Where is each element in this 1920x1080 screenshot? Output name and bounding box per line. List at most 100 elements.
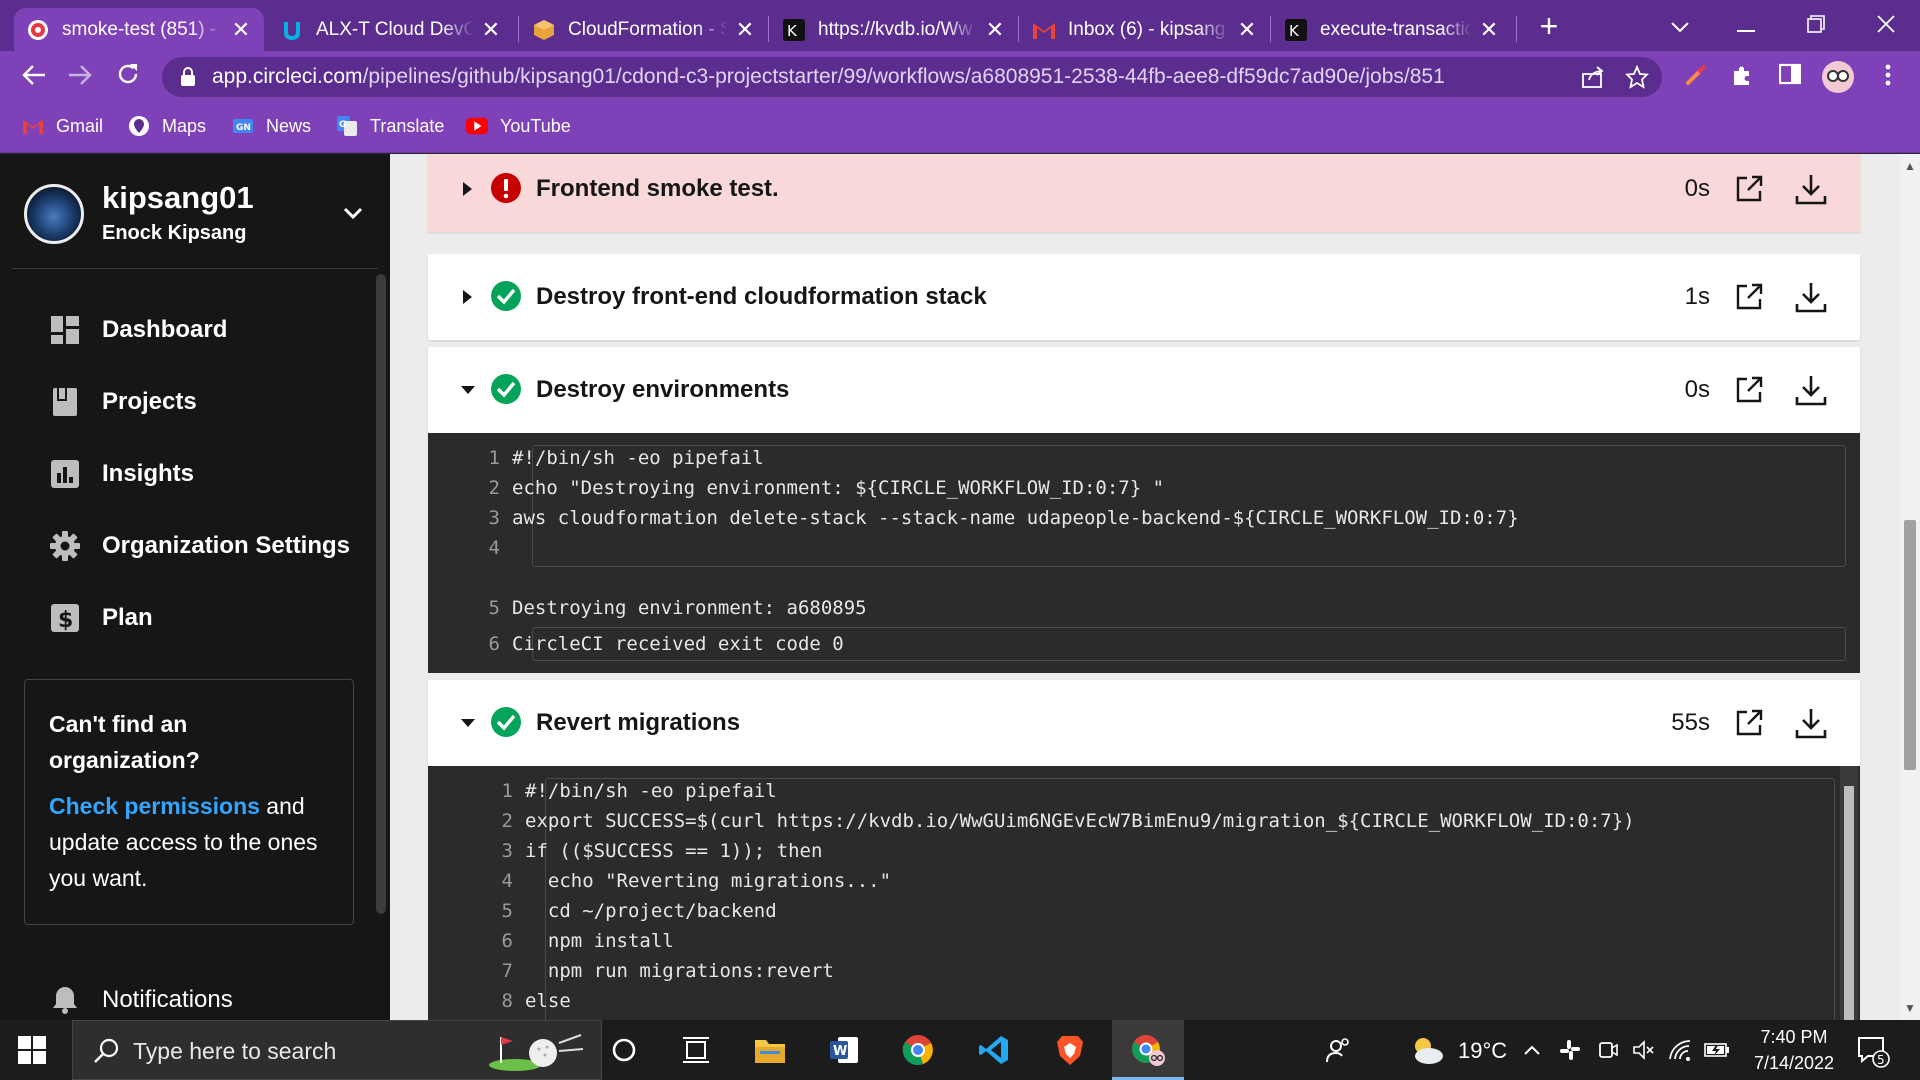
download-icon[interactable] <box>1794 172 1828 206</box>
forward-arrow-icon[interactable] <box>64 61 96 93</box>
chrome-profile-icon[interactable] <box>1128 1030 1168 1070</box>
sidebar-item-dashboard[interactable]: Dashboard <box>0 300 370 360</box>
download-icon[interactable] <box>1794 373 1828 407</box>
bookmark-maps[interactable]: Maps <box>128 103 206 149</box>
tab-execute-transaction[interactable]: K execute-transaction ✕ <box>1272 8 1512 51</box>
taskbar-clock[interactable]: 7:40 PM 7/14/2022 <box>1738 1024 1850 1076</box>
tab-cloudformation[interactable]: CloudFormation - S ✕ <box>520 8 768 51</box>
tab-search-chevron-icon[interactable] <box>1650 8 1710 44</box>
search-icon <box>93 1037 121 1065</box>
reload-icon[interactable] <box>112 61 144 93</box>
word-icon[interactable]: W <box>824 1030 864 1070</box>
chevron-down-icon[interactable] <box>338 198 368 228</box>
tab-smoke-test[interactable]: smoke-test (851) - ✕ <box>14 8 264 51</box>
step-destroy-environments[interactable]: Destroy environments 0s <box>428 347 1860 433</box>
meet-now-icon[interactable] <box>1594 1030 1622 1070</box>
sidebar-item-projects[interactable]: Projects <box>0 372 370 432</box>
share-icon[interactable] <box>1580 65 1606 91</box>
step-destroy-frontend-stack[interactable]: Destroy front-end cloudformation stack 1… <box>428 254 1860 340</box>
step-output-console: 1 #!/bin/sh -eo pipefail 2 echo "Destroyin… <box>428 433 1860 673</box>
weather-cloud-sun-icon[interactable] <box>1406 1030 1446 1070</box>
taskbar-search-input[interactable]: Type here to search <box>72 1020 602 1080</box>
action-center-icon[interactable]: 5 <box>1856 1034 1890 1068</box>
chevron-up-icon[interactable] <box>1518 1030 1546 1070</box>
close-tab-icon[interactable]: ✕ <box>984 18 1006 41</box>
user-avatar[interactable] <box>24 184 84 244</box>
page-scrollbar[interactable]: ▲ ▼ <box>1900 154 1920 1020</box>
scroll-down-arrow-icon[interactable]: ▼ <box>1900 998 1920 1018</box>
open-external-icon[interactable] <box>1734 375 1764 405</box>
battery-charging-icon[interactable] <box>1702 1030 1732 1070</box>
console-scrollbar-thumb[interactable] <box>1844 786 1854 1020</box>
close-tab-icon[interactable]: ✕ <box>230 18 252 41</box>
caret-down-icon[interactable] <box>460 714 475 732</box>
scroll-up-arrow-icon[interactable]: ▲ <box>1900 156 1920 176</box>
bookmark-news[interactable]: GN News <box>232 103 311 149</box>
bookmarks-bar: Gmail Maps GN News G Translate YouTube <box>0 103 1920 153</box>
weather-temperature[interactable]: 19°C <box>1458 1038 1507 1064</box>
file-explorer-icon[interactable] <box>750 1030 790 1070</box>
line-text: echo "Reverting migrations..." <box>525 870 892 892</box>
task-view-icon[interactable] <box>676 1030 716 1070</box>
sidebar-item-organization-settings[interactable]: Organization Settings <box>0 516 370 576</box>
check-permissions-link[interactable]: Check permissions <box>49 793 260 819</box>
profile-avatar[interactable] <box>1822 61 1854 93</box>
user-fullname: Enock Kipsang <box>102 222 247 244</box>
lock-icon[interactable] <box>180 67 196 87</box>
new-tab-button[interactable]: + <box>1532 10 1566 44</box>
tab-kvdb[interactable]: K https://kvdb.io/Ww ✕ <box>770 8 1018 51</box>
sidebar-item-notifications[interactable]: Notifications <box>0 976 370 1020</box>
sidebar-item-plan[interactable]: $ Plan <box>0 588 370 648</box>
step-frontend-smoke-test[interactable]: Frontend smoke test. 0s <box>428 154 1860 232</box>
open-external-icon[interactable] <box>1734 282 1764 312</box>
slack-icon[interactable] <box>1556 1030 1584 1070</box>
back-arrow-icon[interactable] <box>18 61 50 93</box>
browser-menu-icon[interactable] <box>1874 63 1902 91</box>
close-tab-icon[interactable]: ✕ <box>734 18 756 41</box>
bookmark-gmail[interactable]: Gmail <box>22 103 103 149</box>
chrome-icon[interactable] <box>898 1030 938 1070</box>
tab-alx-cloud-devops[interactable]: ALX-T Cloud DevOp ✕ <box>268 8 514 51</box>
vscode-icon[interactable] <box>974 1030 1014 1070</box>
sidebar-item-insights[interactable]: Insights <box>0 444 370 504</box>
console-scrollbar[interactable] <box>1840 766 1858 1020</box>
org-help-question: Can't find an organization? <box>49 711 200 773</box>
bookmark-label: YouTube <box>500 115 571 136</box>
close-tab-icon[interactable]: ✕ <box>1478 18 1500 41</box>
sidebar-scrollbar[interactable] <box>376 274 386 914</box>
bookmark-youtube[interactable]: YouTube <box>466 103 571 149</box>
pen-extension-icon[interactable] <box>1682 63 1710 91</box>
svg-text:K: K <box>1289 22 1300 40</box>
page-scrollbar-thumb[interactable] <box>1904 520 1916 770</box>
windows-start-icon[interactable] <box>18 1036 46 1064</box>
download-icon[interactable] <box>1794 706 1828 740</box>
line-number: 6 <box>501 930 513 952</box>
cortana-icon[interactable] <box>604 1030 644 1070</box>
volume-muted-icon[interactable] <box>1630 1030 1658 1070</box>
brave-icon[interactable] <box>1050 1030 1090 1070</box>
open-external-icon[interactable] <box>1734 174 1764 204</box>
tab-separator <box>768 16 769 42</box>
close-tab-icon[interactable]: ✕ <box>480 18 502 41</box>
bookmark-star-icon[interactable] <box>1624 64 1650 91</box>
caret-right-icon[interactable] <box>460 288 474 306</box>
download-icon[interactable] <box>1794 280 1828 314</box>
search-highlight-golf-icon <box>485 1029 585 1073</box>
bookmark-translate[interactable]: G Translate <box>336 103 444 149</box>
projects-icon <box>50 387 80 417</box>
side-panel-icon[interactable] <box>1776 63 1804 91</box>
caret-down-icon[interactable] <box>460 381 475 399</box>
close-tab-icon[interactable]: ✕ <box>1236 18 1258 41</box>
open-external-icon[interactable] <box>1734 708 1764 738</box>
address-bar[interactable]: app.circleci.com/pipelines/github/kipsan… <box>162 57 1662 97</box>
close-window-icon[interactable] <box>1856 8 1916 44</box>
tab-gmail-inbox[interactable]: Inbox (6) - kipsang ✕ <box>1020 8 1270 51</box>
people-icon[interactable] <box>1318 1030 1358 1070</box>
minimize-window-icon[interactable] <box>1716 8 1776 44</box>
line-text: CircleCI received exit code 0 <box>512 633 844 655</box>
wifi-icon[interactable] <box>1666 1030 1694 1070</box>
extensions-puzzle-icon[interactable] <box>1728 63 1756 91</box>
step-revert-migrations[interactable]: Revert migrations 55s <box>428 680 1860 766</box>
caret-right-icon[interactable] <box>460 180 474 198</box>
restore-window-icon[interactable] <box>1786 8 1846 44</box>
